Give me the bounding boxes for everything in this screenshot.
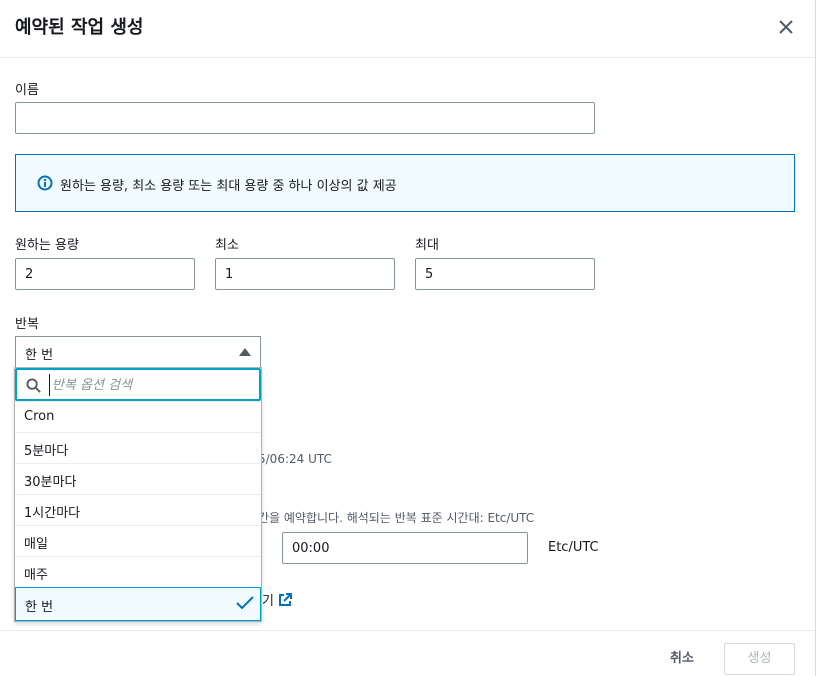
recurrence-dropdown: Cron 5분마다 30분마다 1시간마다 매일 매주 한 번 bbox=[14, 367, 262, 622]
caret-up-icon bbox=[239, 348, 251, 356]
timezone-label: Etc/UTC bbox=[548, 540, 599, 555]
option-label: 30분마다 bbox=[24, 475, 77, 490]
info-icon bbox=[37, 175, 53, 191]
recurrence-option-every-30-min[interactable]: 30분마다 bbox=[15, 463, 261, 494]
close-icon bbox=[779, 20, 793, 34]
create-button[interactable]: 생성 bbox=[724, 643, 795, 675]
recurrence-search-input[interactable] bbox=[49, 374, 252, 396]
dialog-header: 예약된 작업 생성 bbox=[0, 0, 815, 58]
timezone-description-partial: 간을 예약합니다. 해석되는 반복 표준 시간대: Etc/UTC bbox=[258, 511, 535, 525]
name-label: 이름 bbox=[15, 83, 39, 98]
external-link[interactable]: 기 bbox=[262, 590, 292, 609]
cancel-button[interactable]: 취소 bbox=[660, 646, 704, 672]
option-label: Cron bbox=[24, 409, 55, 424]
option-label: 1시간마다 bbox=[24, 506, 81, 521]
name-input[interactable] bbox=[15, 102, 595, 134]
close-button[interactable] bbox=[774, 15, 798, 39]
check-icon bbox=[236, 596, 254, 610]
recurrence-option-daily[interactable]: 매일 bbox=[15, 525, 261, 556]
footer-divider bbox=[0, 630, 815, 631]
option-label: 매주 bbox=[24, 568, 48, 583]
desired-capacity-input[interactable] bbox=[15, 258, 195, 290]
external-link-partial-text: 기 bbox=[262, 594, 274, 609]
info-text: 원하는 용량, 최소 용량 또는 최대 용량 중 하나 이상의 값 제공 bbox=[60, 179, 397, 194]
min-capacity-label: 최소 bbox=[215, 238, 239, 253]
recurrence-option-every-5-min[interactable]: 5분마다 bbox=[15, 432, 261, 463]
recurrence-option-hourly[interactable]: 1시간마다 bbox=[15, 494, 261, 525]
info-alert: 원하는 용량, 최소 용량 또는 최대 용량 중 하나 이상의 값 제공 bbox=[15, 154, 795, 212]
start-time-partial-text: 5/06:24 UTC bbox=[258, 452, 332, 466]
recurrence-option-cron[interactable]: Cron bbox=[15, 401, 261, 432]
min-capacity-input[interactable] bbox=[215, 258, 395, 290]
recurrence-selected-value: 한 번 bbox=[25, 348, 54, 363]
option-label: 5분마다 bbox=[24, 444, 69, 459]
option-label: 한 번 bbox=[25, 600, 54, 615]
recurrence-option-once[interactable]: 한 번 bbox=[15, 587, 261, 621]
recurrence-select[interactable]: 한 번 bbox=[15, 336, 261, 368]
recurrence-search[interactable] bbox=[15, 368, 261, 401]
recurrence-label: 반복 bbox=[15, 317, 39, 332]
recurrence-option-weekly[interactable]: 매주 bbox=[15, 556, 261, 587]
time-input[interactable] bbox=[282, 532, 528, 564]
option-label: 매일 bbox=[24, 537, 48, 552]
max-capacity-input[interactable] bbox=[415, 258, 595, 290]
desired-capacity-label: 원하는 용량 bbox=[15, 238, 79, 253]
dialog-edge bbox=[815, 0, 816, 676]
search-icon bbox=[26, 378, 41, 393]
dialog-title: 예약된 작업 생성 bbox=[15, 17, 144, 38]
max-capacity-label: 최대 bbox=[415, 238, 439, 253]
external-link-icon bbox=[278, 592, 292, 606]
